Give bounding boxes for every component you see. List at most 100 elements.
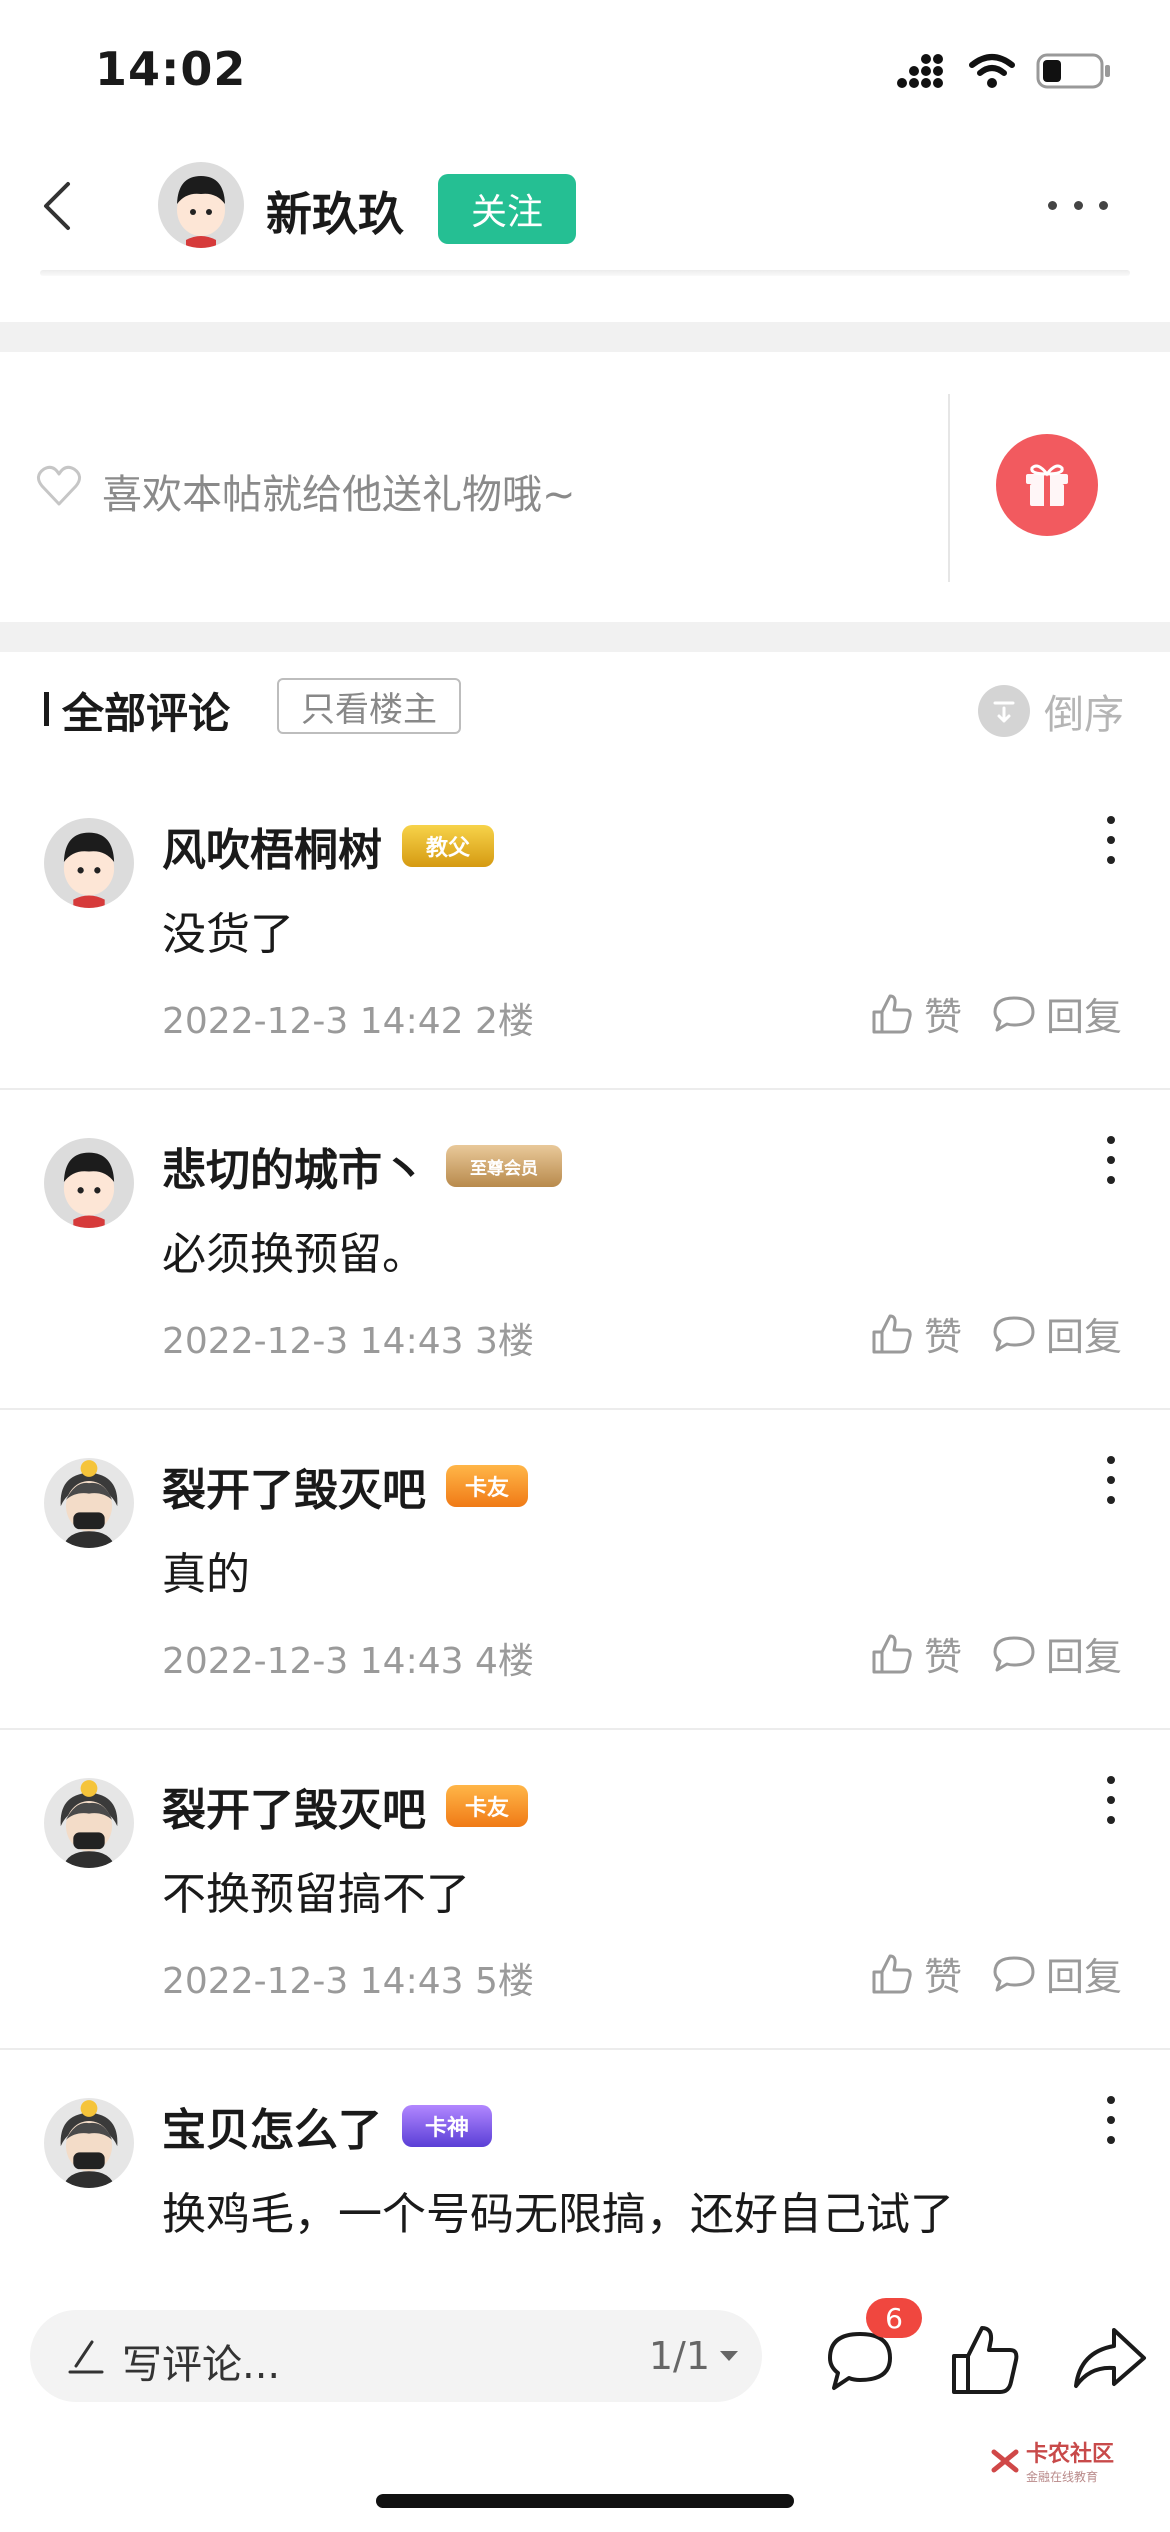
nav-divider (40, 270, 1130, 276)
comment-item: 风吹梧桐树 教父 没货了 2022-12-3 14:42 2楼 赞 回复 (0, 770, 1170, 1090)
comment-menu-icon[interactable] (1104, 1776, 1118, 1824)
commenter-name[interactable]: 宝贝怎么了 (162, 2094, 382, 2158)
reply-button[interactable]: 回复 (992, 1306, 1122, 1361)
comment-floor: 4楼 (474, 1641, 534, 1682)
like-button[interactable]: 赞 (870, 1946, 962, 2001)
write-comment-input[interactable]: 写评论... 1/1 (30, 2310, 762, 2402)
comment-time: 2022-12-3 14:43 (162, 1321, 464, 1362)
comment-floor: 5楼 (474, 1961, 534, 2002)
commenter-name[interactable]: 裂开了毁灭吧 (162, 1454, 426, 1518)
author-only-filter-button[interactable]: 只看楼主 (277, 678, 461, 734)
comment-item: 悲切的城市丶 至尊会员 必须换预留。 2022-12-3 14:43 3楼 赞 … (0, 1090, 1170, 1410)
comment-menu-icon[interactable] (1104, 2096, 1118, 2144)
like-label: 赞 (923, 995, 962, 1039)
reply-label: 回复 (1045, 1315, 1122, 1359)
speech-bubble-icon (993, 1956, 1035, 1991)
reply-button[interactable]: 回复 (992, 1626, 1122, 1681)
sort-toggle[interactable]: 倒序 (978, 682, 1124, 740)
wifi-icon (969, 54, 1015, 88)
author-avatar[interactable] (158, 162, 244, 248)
commenter-avatar[interactable] (44, 1458, 134, 1548)
sort-icon (978, 685, 1030, 737)
comment-meta: 2022-12-3 14:43 3楼 (162, 1312, 534, 1364)
commenter-name[interactable]: 风吹梧桐树 (162, 814, 382, 878)
reply-button[interactable]: 回复 (992, 986, 1122, 1041)
comment-text: 不换预留搞不了 (162, 1869, 470, 1920)
comment-meta: 2022-12-3 14:43 4楼 (162, 1632, 534, 1684)
watermark-title: 卡农社区 (1026, 2442, 1115, 2467)
status-bar: 14:02 (0, 0, 1170, 140)
speech-bubble-icon (993, 1636, 1035, 1671)
gift-icon (1026, 464, 1068, 506)
comment-menu-icon[interactable] (1104, 1456, 1118, 1504)
comment-menu-icon[interactable] (1104, 1136, 1118, 1184)
brand-logo-icon (991, 2449, 1019, 2472)
heart-outline-icon (37, 465, 81, 506)
share-icon[interactable] (1070, 2320, 1150, 2400)
section-gap (0, 622, 1170, 652)
comment-floor: 3楼 (474, 1321, 534, 1362)
sort-label: 倒序 (1044, 692, 1124, 738)
reply-label: 回复 (1045, 1955, 1122, 1999)
caret-down-icon (720, 2351, 738, 2361)
commenter-avatar[interactable] (44, 1138, 134, 1228)
section-gap (0, 322, 1170, 352)
speech-bubble-icon (993, 1316, 1035, 1351)
comment-item: 裂开了毁灭吧 卡友 真的 2022-12-3 14:43 4楼 赞 回复 (0, 1410, 1170, 1730)
reply-label: 回复 (1045, 995, 1122, 1039)
commenter-name[interactable]: 裂开了毁灭吧 (162, 1774, 426, 1838)
comments-title: 全部评论 (62, 689, 231, 738)
status-icons (896, 52, 1112, 90)
reply-button[interactable]: 回复 (992, 1946, 1122, 2001)
comment-floor: 2楼 (474, 1001, 534, 1042)
page-selector[interactable]: 1/1 (649, 2334, 740, 2378)
commenter-name[interactable]: 悲切的城市丶 (162, 1134, 426, 1198)
user-level-badge: 卡友 (446, 1465, 528, 1507)
more-options-icon[interactable] (1048, 190, 1108, 220)
commenter-avatar[interactable] (44, 818, 134, 908)
comment-meta: 2022-12-3 14:43 5楼 (162, 1952, 534, 2004)
comment-meta: 2022-12-3 14:42 2楼 (162, 992, 534, 1044)
section-marker (44, 692, 49, 726)
home-indicator[interactable] (376, 2494, 794, 2508)
like-button[interactable]: 赞 (870, 986, 962, 1041)
status-time: 14:02 (95, 42, 247, 96)
pencil-icon (68, 2340, 104, 2374)
comment-time: 2022-12-3 14:42 (162, 1001, 464, 1042)
speech-bubble-icon (993, 996, 1035, 1031)
comment-time: 2022-12-3 14:43 (162, 1961, 464, 2002)
top-nav-bar: 新玖玖 关注 (0, 140, 1170, 270)
comment-text: 必须换预留。 (162, 1229, 426, 1280)
like-button[interactable]: 赞 (870, 1306, 962, 1361)
cellular-signal-icon (897, 54, 943, 88)
user-level-badge: 卡神 (402, 2105, 492, 2147)
user-level-badge: 教父 (402, 825, 494, 867)
like-label: 赞 (923, 1635, 962, 1679)
send-gift-button[interactable] (996, 434, 1098, 536)
app-watermark: 卡农社区 金融在线教育 (990, 2436, 1114, 2485)
comment-item: 裂开了毁灭吧 卡友 不换预留搞不了 2022-12-3 14:43 5楼 赞 回… (0, 1730, 1170, 2050)
commenter-avatar[interactable] (44, 1778, 134, 1868)
like-label: 赞 (923, 1315, 962, 1359)
comment-time: 2022-12-3 14:43 (162, 1641, 464, 1682)
battery-icon (1036, 53, 1110, 89)
back-icon[interactable] (30, 176, 90, 236)
follow-button[interactable]: 关注 (438, 174, 576, 244)
comment-count-badge: 6 (866, 2298, 922, 2338)
commenter-avatar[interactable] (44, 2098, 134, 2188)
vip-badge: 至尊会员 (446, 1145, 562, 1187)
user-level-badge: 卡友 (446, 1785, 528, 1827)
comment-menu-icon[interactable] (1104, 816, 1118, 864)
like-post-icon[interactable] (946, 2320, 1026, 2400)
write-comment-placeholder: 写评论... (122, 2342, 281, 2388)
thumbs-up-icon (872, 1954, 912, 1993)
reply-label: 回复 (1045, 1635, 1122, 1679)
author-name[interactable]: 新玖玖 (266, 178, 404, 244)
comment-text: 真的 (162, 1549, 250, 1600)
watermark-subtitle: 金融在线教育 (1026, 2470, 1099, 2484)
comment-text: 没货了 (162, 909, 294, 960)
like-button[interactable]: 赞 (870, 1626, 962, 1681)
gift-divider (948, 394, 950, 582)
page-indicator: 1/1 (648, 2334, 710, 2378)
gift-section: 喜欢本帖就给他送礼物哦~ (0, 352, 1170, 622)
